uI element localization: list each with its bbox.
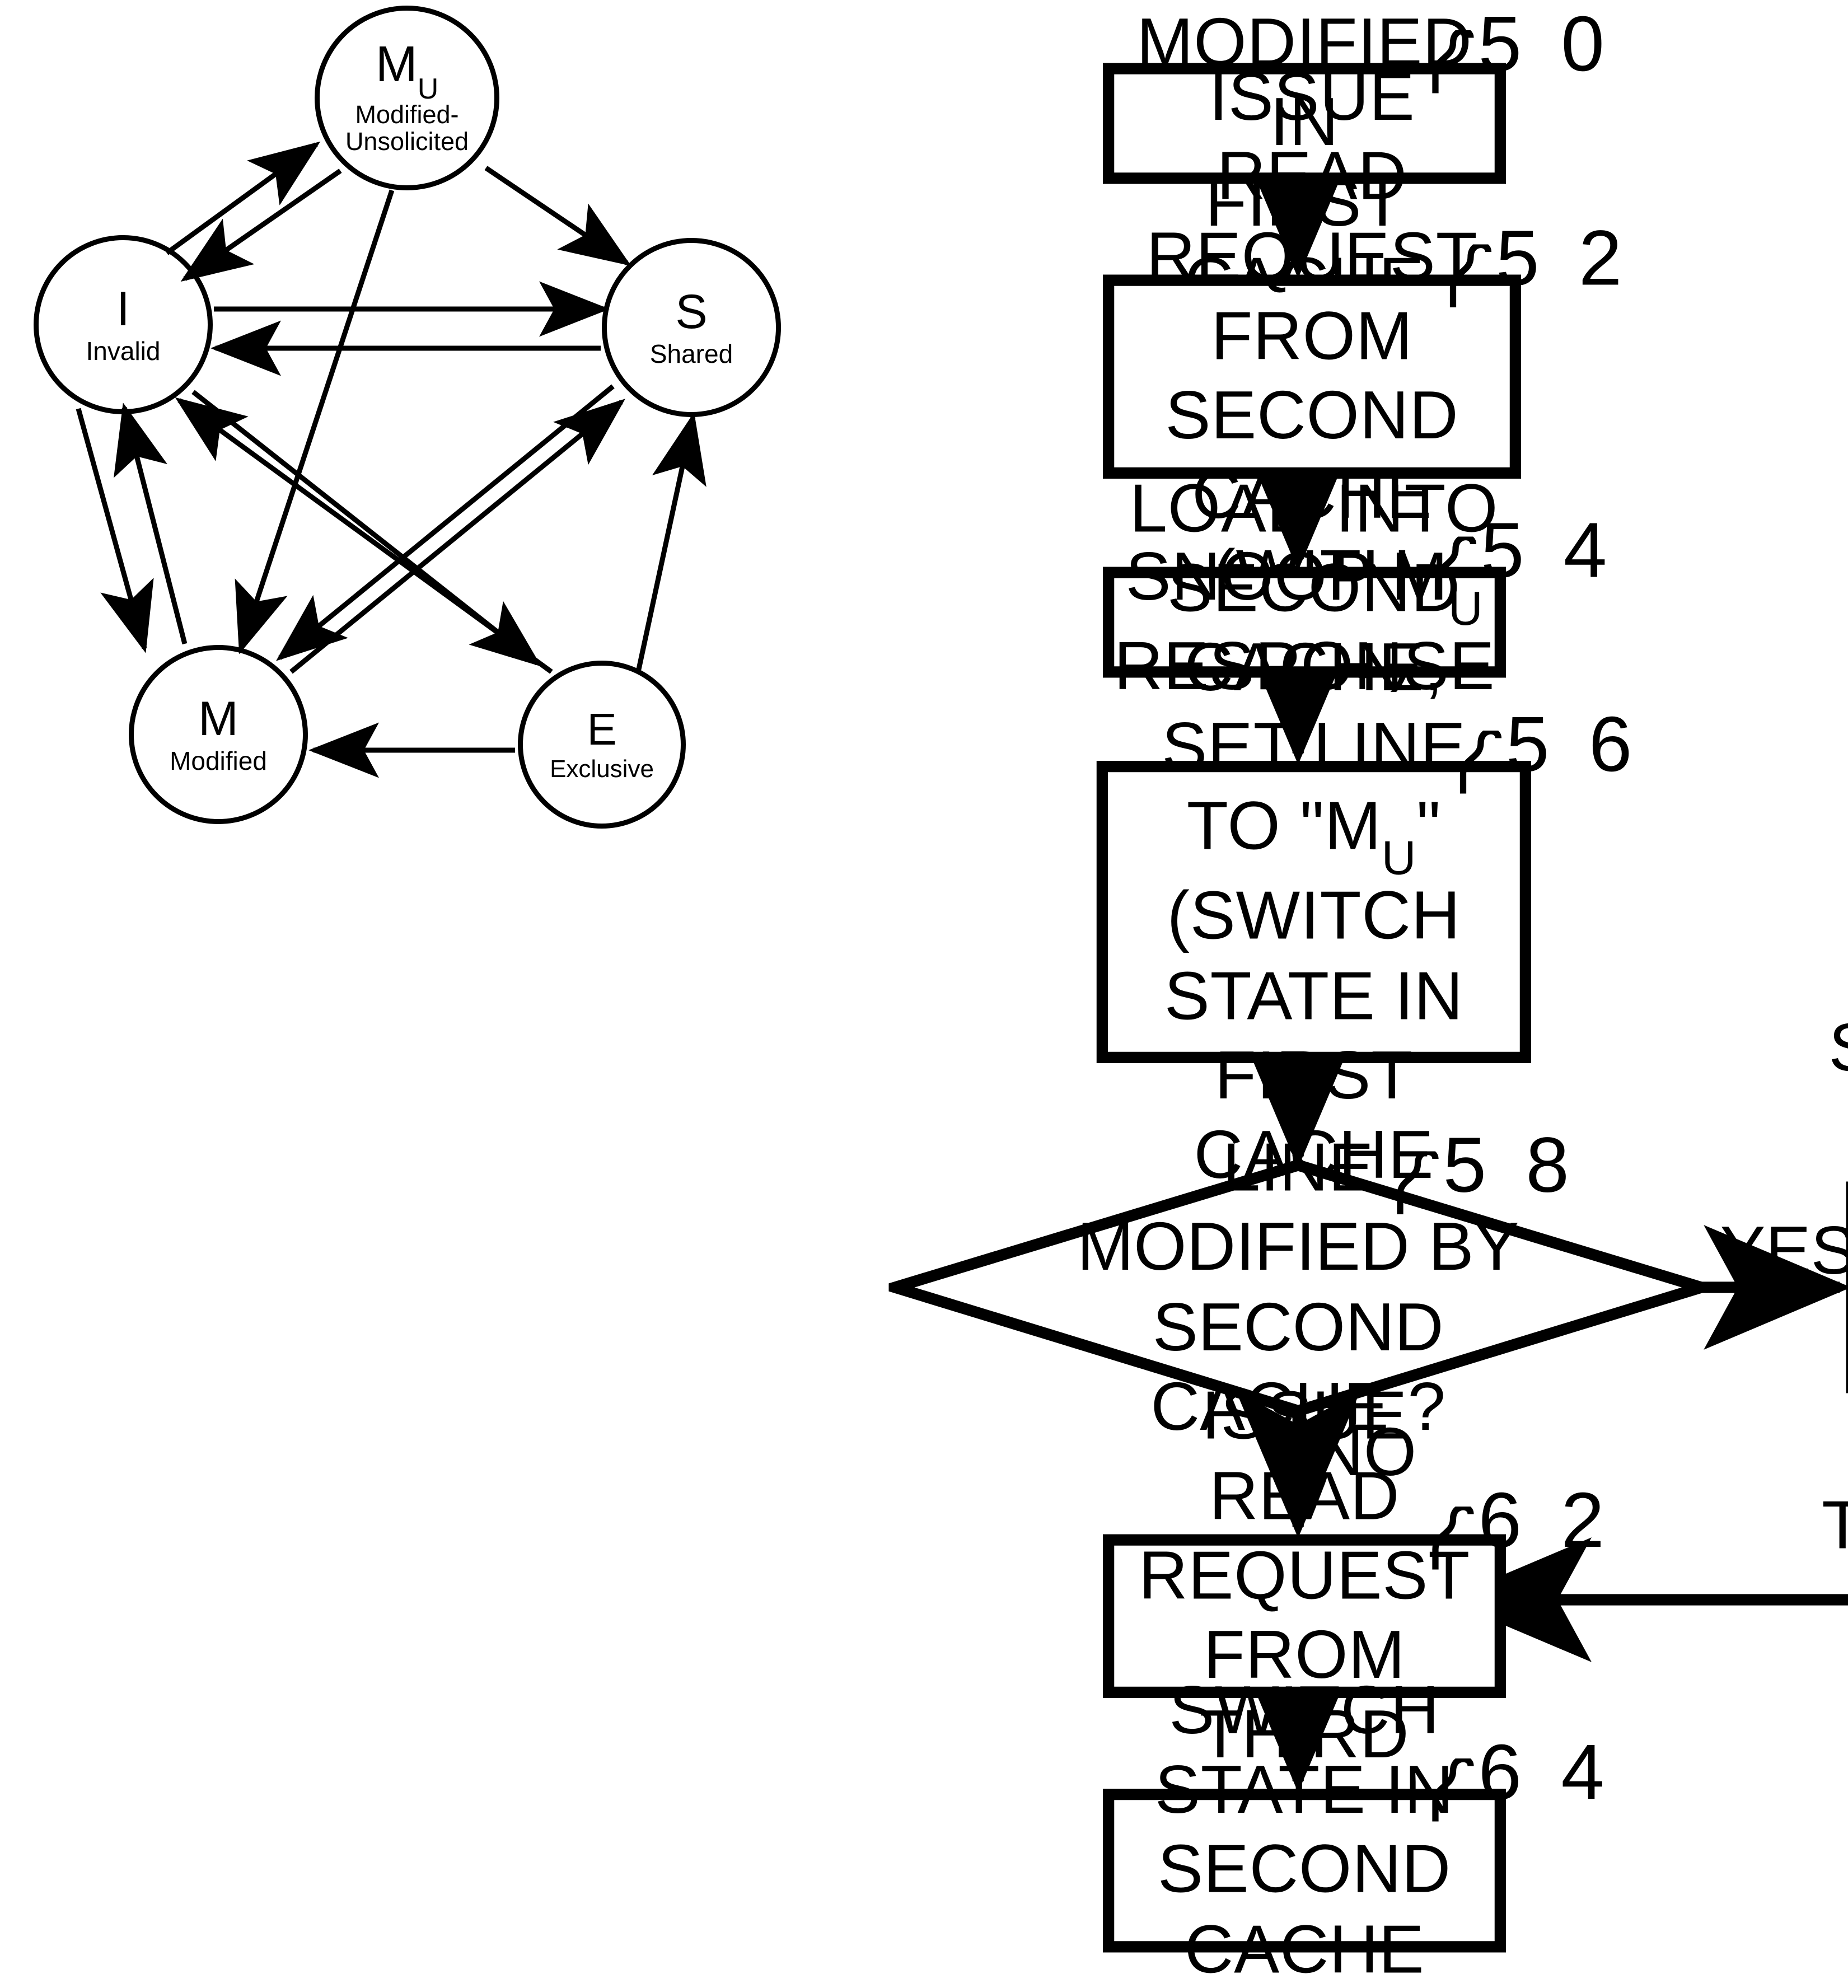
arrow-m-to-s <box>289 399 625 674</box>
state-node-mu-symbol: MU <box>375 36 439 105</box>
patent-figure-page: MU Modified- Unsolicited I Invalid S Sha… <box>0 0 1848 1988</box>
flowchart-step-56[interactable]: LOAD INTO SECOND CACHE, SET LINE TO "MU"… <box>1096 470 1531 1352</box>
arrow-mu-to-m <box>235 189 395 654</box>
leader-curl-62 <box>1432 1507 1474 1570</box>
state-node-s-symbol: S <box>675 284 708 339</box>
state-node-i-label: Invalid <box>86 336 161 366</box>
arrow-mu-to-s <box>484 166 631 266</box>
arrow-e-to-i <box>175 397 553 674</box>
ref-numeral-52: 5 2 <box>1449 214 1631 307</box>
state-node-e-symbol: E <box>587 704 617 754</box>
state-node-e[interactable]: E Exclusive <box>518 661 686 829</box>
leader-curl-56 <box>1459 731 1502 794</box>
state-node-i[interactable]: I Invalid <box>34 235 213 414</box>
flowchart-step-60[interactable]: SWITCH STATE IN SECOND CACHE TO "M" (NO … <box>1822 1010 1848 1563</box>
state-node-m-symbol: M <box>198 691 238 746</box>
state-node-i-symbol: I <box>116 282 130 336</box>
flowchart-step-64-text: SWITCH STATE IN SECOND CACHE TO "S" ("T"… <box>1154 1673 1454 1987</box>
state-node-mu[interactable]: MU Modified- Unsolicited <box>315 6 499 190</box>
arrow-e-to-s <box>635 412 707 672</box>
state-node-mu-label: Modified- Unsolicited <box>345 100 469 156</box>
flowchart-step-58[interactable]: LINE MODIFIED BY SECOND CACHE ? <box>888 1130 1707 1444</box>
flowchart-step-60-text: SWITCH STATE IN SECOND CACHE TO "M" (NO … <box>1822 1009 1848 1566</box>
arrow-s-to-m <box>276 384 615 661</box>
state-node-s[interactable]: S Shared <box>602 238 781 417</box>
leader-curl-52 <box>1449 244 1492 307</box>
state-node-m-label: Modified <box>170 746 267 775</box>
state-node-e-label: Exclusive <box>550 755 654 783</box>
state-diagram: MU Modified- Unsolicited I Invalid S Sha… <box>0 0 812 840</box>
flowchart: LINE MODIFIED IN FIRST CACHE 5 0 ISSUE R… <box>851 0 1848 1988</box>
flowchart-step-58-text: LINE MODIFIED BY SECOND CACHE ? <box>1077 1130 1519 1445</box>
state-node-s-label: Shared <box>649 339 733 368</box>
ref-numeral-64: 6 4 <box>1432 1728 1613 1822</box>
leader-curl-64 <box>1432 1758 1474 1822</box>
state-node-m[interactable]: M Modified <box>129 645 308 824</box>
ref-numeral-56: 5 6 <box>1459 700 1641 794</box>
ref-numeral-62: 6 2 <box>1432 1476 1613 1570</box>
